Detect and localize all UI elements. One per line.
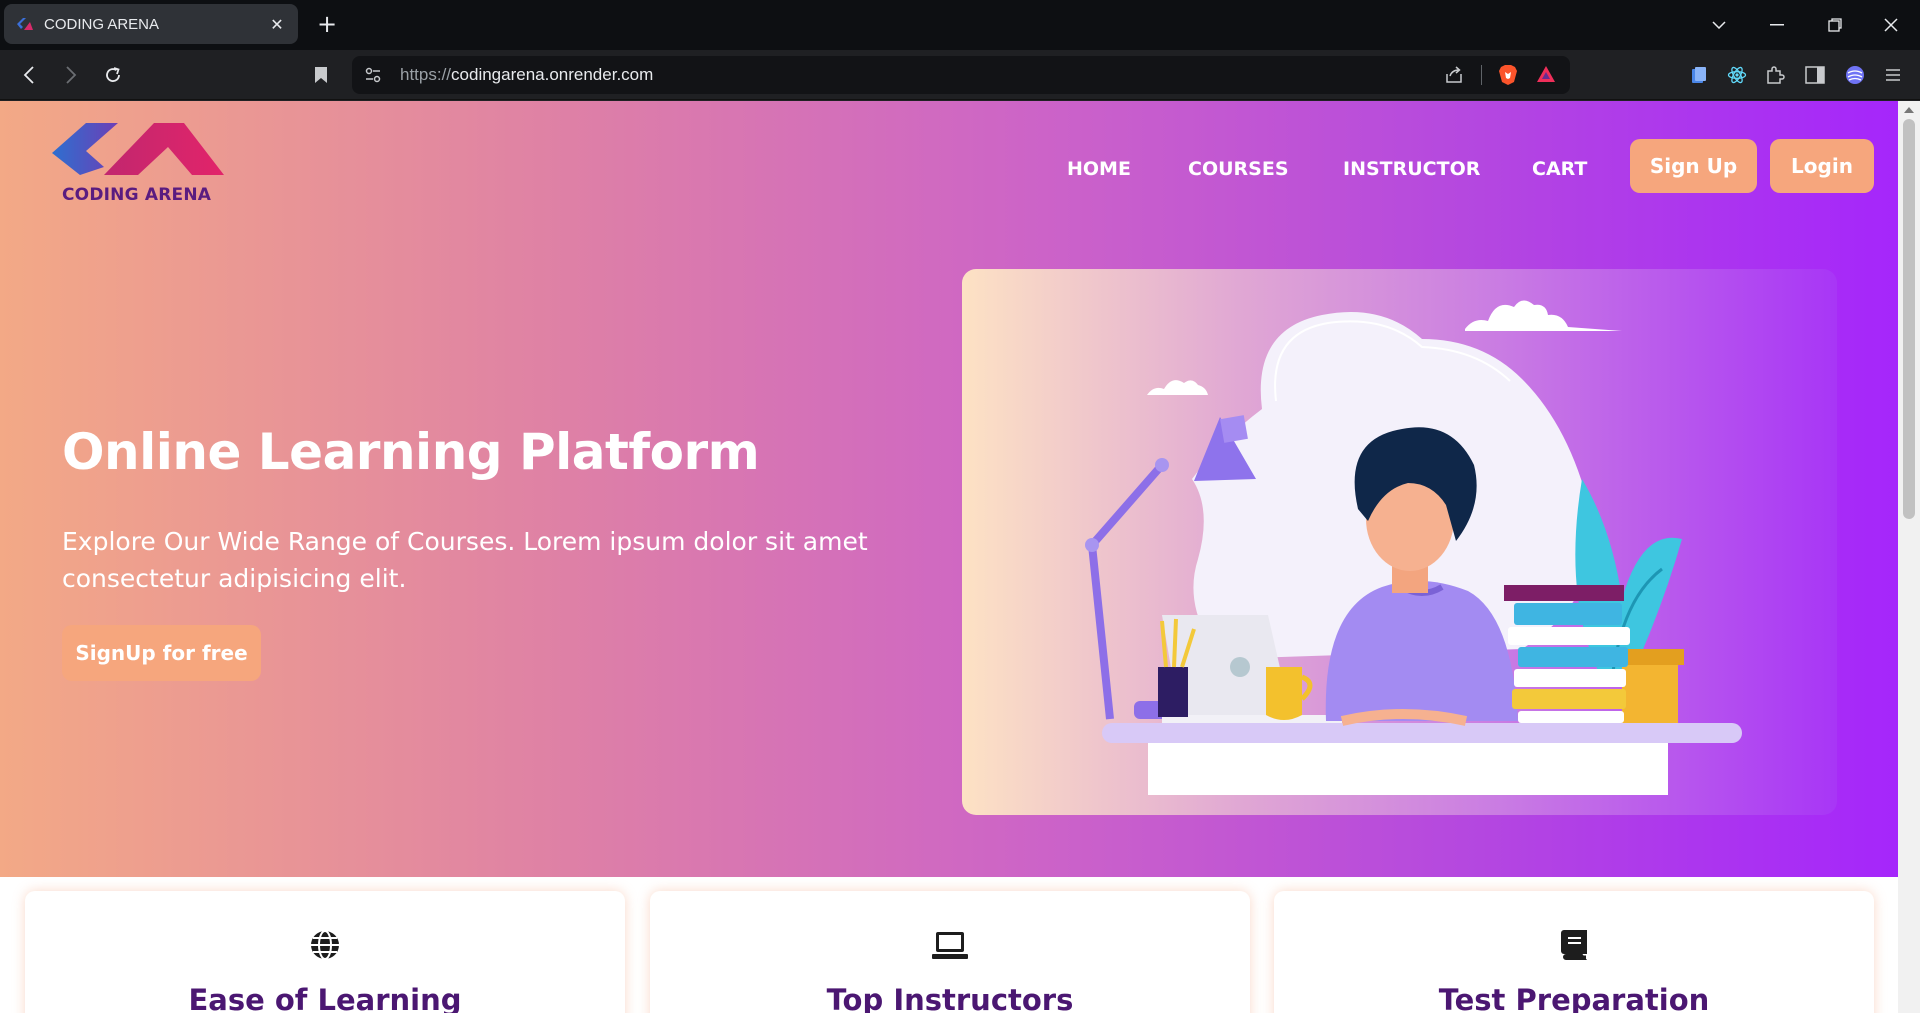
- new-tab-button[interactable]: +: [314, 10, 340, 38]
- hero-illustration: [962, 269, 1837, 815]
- feature-title: Top Instructors: [826, 983, 1074, 1013]
- page-scrollbar[interactable]: [1898, 101, 1920, 1013]
- tab-close-icon[interactable]: ✕: [266, 15, 288, 34]
- reload-icon[interactable]: [100, 62, 126, 88]
- scroll-up-arrow-icon[interactable]: [1904, 107, 1914, 113]
- url-host: codingarena.onrender.com: [451, 65, 654, 84]
- browser-tab-strip: CODING ARENA ✕ +: [0, 0, 1920, 50]
- logo-mark-icon: [52, 123, 224, 175]
- nav-courses[interactable]: COURSES: [1188, 149, 1289, 189]
- hero-description: Explore Our Wide Range of Courses. Lorem…: [62, 527, 868, 593]
- extensions-puzzle-icon[interactable]: [1762, 62, 1788, 88]
- browser-toolbar: https://codingarena.onrender.com: [0, 50, 1920, 100]
- url-protocol: https://: [400, 65, 452, 84]
- site-favicon-icon: [16, 15, 34, 33]
- address-bar[interactable]: https://codingarena.onrender.com: [352, 56, 1570, 94]
- laptop-icon: [930, 925, 970, 965]
- hero-section: CODING ARENA HOME COURSES INSTRUCTOR CAR…: [0, 101, 1898, 877]
- restore-icon[interactable]: [1806, 0, 1864, 50]
- feature-card[interactable]: Top Instructors: [650, 891, 1250, 1013]
- share-icon[interactable]: [1444, 65, 1464, 89]
- feature-title: Test Preparation: [1438, 983, 1710, 1013]
- brave-rewards-icon[interactable]: [1536, 65, 1556, 87]
- book-icon: [1554, 925, 1594, 965]
- signup-free-button[interactable]: SignUp for free: [62, 625, 261, 681]
- feature-card[interactable]: Ease of Learning: [25, 891, 625, 1013]
- menu-icon[interactable]: [1880, 62, 1906, 88]
- login-button[interactable]: Login: [1770, 139, 1874, 193]
- nav-cart[interactable]: CART: [1532, 149, 1587, 189]
- bookmark-icon[interactable]: [308, 62, 334, 88]
- nav-instructor[interactable]: INSTRUCTOR: [1343, 149, 1480, 189]
- back-icon[interactable]: [16, 62, 42, 88]
- profile-icon[interactable]: [1842, 62, 1868, 88]
- feature-card[interactable]: Test Preparation: [1274, 891, 1874, 1013]
- nav-home[interactable]: HOME: [1067, 149, 1131, 189]
- site-settings-icon[interactable]: [364, 66, 382, 88]
- site-logo[interactable]: CODING ARENA: [52, 123, 232, 205]
- sidebar-toggle-icon[interactable]: [1802, 62, 1828, 88]
- student-studying-illustration: [1085, 300, 1742, 795]
- signup-button[interactable]: Sign Up: [1630, 139, 1757, 193]
- brave-shields-icon[interactable]: [1498, 64, 1518, 90]
- page-viewport: CODING ARENA HOME COURSES INSTRUCTOR CAR…: [0, 101, 1898, 1013]
- hero-title: Online Learning Platform: [62, 423, 760, 481]
- close-window-icon[interactable]: [1862, 0, 1920, 50]
- url-divider: [1481, 65, 1482, 85]
- tab-search-icon[interactable]: [1690, 0, 1748, 50]
- minimize-icon[interactable]: [1748, 0, 1806, 50]
- url-text[interactable]: https://codingarena.onrender.com: [400, 56, 653, 94]
- browser-tab[interactable]: CODING ARENA ✕: [4, 4, 298, 44]
- extension-docs-icon[interactable]: [1686, 62, 1712, 88]
- globe-icon: [305, 925, 345, 965]
- scrollbar-thumb[interactable]: [1903, 119, 1915, 519]
- feature-title: Ease of Learning: [188, 983, 462, 1013]
- logo-text: CODING ARENA: [62, 185, 212, 205]
- react-devtools-icon[interactable]: [1724, 62, 1750, 88]
- tab-title: CODING ARENA: [44, 15, 160, 33]
- forward-icon[interactable]: [58, 62, 84, 88]
- features-section: Ease of Learning Top Instructors Test Pr…: [0, 877, 1898, 1013]
